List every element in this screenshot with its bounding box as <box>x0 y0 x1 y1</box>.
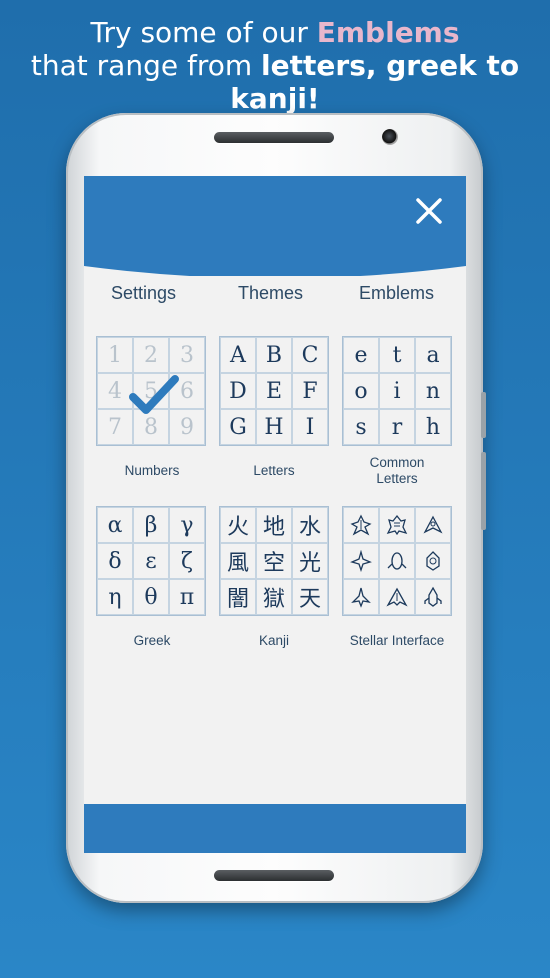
emblem-cell <box>343 543 379 579</box>
volume-button <box>481 452 486 530</box>
emblem-cell: r <box>379 409 415 445</box>
spaceship-icon <box>386 587 408 607</box>
earpiece-speaker <box>214 132 334 143</box>
power-button <box>481 392 486 438</box>
emblem-set-greek[interactable]: α β γ δ ε ζ η θ π <box>96 506 206 616</box>
emblem-set-letters[interactable]: A B C D E F G H I <box>219 336 329 446</box>
emblem-cell <box>343 579 379 615</box>
emblem-cell: 5 <box>133 373 169 409</box>
emblem-cell <box>415 507 451 543</box>
emblem-cell: h <box>415 409 451 445</box>
emblem-cell: 地 <box>256 507 292 543</box>
spaceship-icon <box>424 586 442 607</box>
emblem-cell: 風 <box>220 543 256 579</box>
emblem-set-numbers[interactable]: 1 2 3 4 5 6 7 8 9 <box>96 336 206 446</box>
tab-themes[interactable]: Themes <box>238 283 303 304</box>
emblem-set-stellar-interface[interactable] <box>342 506 452 616</box>
emblem-cell: δ <box>97 543 133 579</box>
emblem-cell: 9 <box>169 409 205 445</box>
headline-text: that range from <box>30 49 262 82</box>
spaceship-icon <box>386 514 408 536</box>
front-camera <box>382 129 398 145</box>
emblem-cell <box>379 543 415 579</box>
emblem-cell: G <box>220 409 256 445</box>
emblem-cell: π <box>169 579 205 615</box>
emblem-cell <box>415 579 451 615</box>
emblem-cell: 1 <box>97 337 133 373</box>
emblem-caption-line: Letters <box>376 471 418 486</box>
spaceship-icon <box>351 587 371 608</box>
emblem-cell <box>379 579 415 615</box>
emblem-cell: 闇 <box>220 579 256 615</box>
bottom-bar <box>84 804 466 853</box>
emblem-cell: D <box>220 373 256 409</box>
emblem-cell: 4 <box>97 373 133 409</box>
headline-line-1: Try some of our Emblems <box>0 16 550 49</box>
emblem-cell <box>415 543 451 579</box>
bottom-speaker <box>214 870 334 881</box>
emblem-cell: I <box>292 409 328 445</box>
emblem-set-common-letters[interactable]: e t a o i n s r h <box>342 336 452 446</box>
emblem-cell: 7 <box>97 409 133 445</box>
emblem-cell: t <box>379 337 415 373</box>
emblem-cell: i <box>379 373 415 409</box>
emblem-cell: C <box>292 337 328 373</box>
emblem-cell: 8 <box>133 409 169 445</box>
emblem-cell: 水 <box>292 507 328 543</box>
headline-line-2: that range from letters, greek to kanji! <box>0 49 550 115</box>
emblem-set-kanji[interactable]: 火 地 水 風 空 光 闇 獄 天 <box>219 506 329 616</box>
headline: Try some of our Emblems that range from … <box>0 16 550 115</box>
emblem-caption: Numbers <box>124 463 180 478</box>
spaceship-icon <box>423 515 443 534</box>
emblem-cell: B <box>256 337 292 373</box>
emblem-cell: F <box>292 373 328 409</box>
tab-settings[interactable]: Settings <box>111 283 176 304</box>
headline-text: Try some of our <box>90 16 317 49</box>
emblem-caption: Kanji <box>258 633 290 648</box>
emblem-cell: s <box>343 409 379 445</box>
emblem-cell <box>343 507 379 543</box>
emblem-cell: ζ <box>169 543 205 579</box>
emblem-cell: 天 <box>292 579 328 615</box>
emblem-caption: Greek <box>133 633 171 648</box>
emblem-cell: ε <box>133 543 169 579</box>
spaceship-icon <box>387 552 407 570</box>
emblem-cell: n <box>415 373 451 409</box>
close-icon[interactable] <box>414 196 444 226</box>
spaceship-icon <box>350 550 372 572</box>
spaceship-icon <box>350 514 372 536</box>
emblem-cell: E <box>256 373 292 409</box>
emblem-caption: Stellar Interface <box>349 633 445 648</box>
emblem-cell: 獄 <box>256 579 292 615</box>
emblem-caption-line: Common <box>369 455 425 470</box>
headline-highlight: Emblems <box>316 16 460 49</box>
emblem-cell: α <box>97 507 133 543</box>
emblem-cell: e <box>343 337 379 373</box>
emblem-cell: 光 <box>292 543 328 579</box>
emblem-cell: β <box>133 507 169 543</box>
tab-emblems[interactable]: Emblems <box>359 283 434 304</box>
emblem-cell: H <box>256 409 292 445</box>
emblem-cell: a <box>415 337 451 373</box>
emblem-cell: 空 <box>256 543 292 579</box>
emblem-cell: 2 <box>133 337 169 373</box>
emblem-cell: θ <box>133 579 169 615</box>
emblem-cell: γ <box>169 507 205 543</box>
header-banner <box>84 176 466 276</box>
headline-bold: letters, greek to kanji! <box>230 49 520 115</box>
emblem-caption: Letters <box>253 463 295 478</box>
tab-bar: Settings Themes Emblems <box>84 283 466 309</box>
emblem-cell: 火 <box>220 507 256 543</box>
emblem-cell: 6 <box>169 373 205 409</box>
emblem-cell <box>379 507 415 543</box>
emblem-cell: 3 <box>169 337 205 373</box>
emblem-caption: Common Letters <box>335 455 459 487</box>
emblem-cell: η <box>97 579 133 615</box>
spaceship-icon <box>426 551 440 571</box>
emblem-cell: A <box>220 337 256 373</box>
emblem-cell: o <box>343 373 379 409</box>
